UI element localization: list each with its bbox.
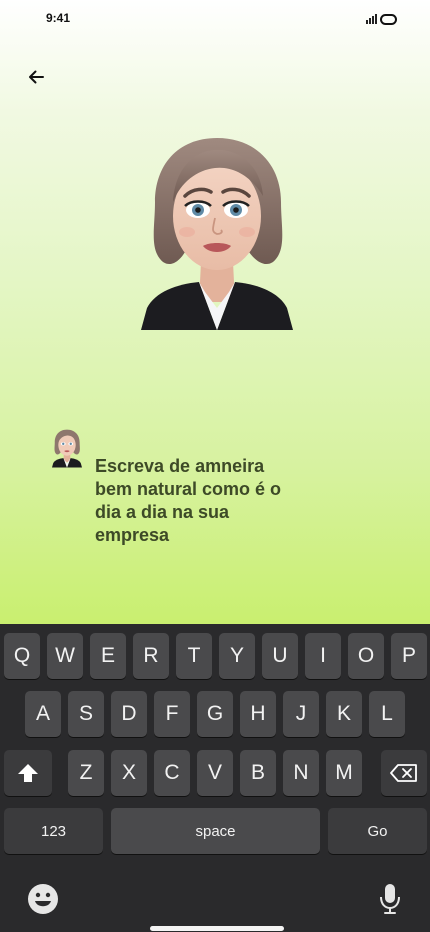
key-e[interactable]: E	[90, 633, 126, 679]
key-k[interactable]: K	[326, 691, 362, 737]
numbers-key[interactable]: 123	[4, 808, 103, 854]
key-j[interactable]: J	[283, 691, 319, 737]
microphone-icon	[380, 884, 400, 914]
battery-icon	[380, 14, 397, 25]
shift-key[interactable]	[4, 750, 52, 796]
key-r[interactable]: R	[133, 633, 169, 679]
key-f[interactable]: F	[154, 691, 190, 737]
space-key[interactable]: space	[111, 808, 320, 854]
delete-key[interactable]	[381, 750, 427, 796]
status-time: 9:41	[46, 11, 71, 25]
back-button[interactable]	[22, 64, 50, 90]
key-y[interactable]: Y	[219, 633, 255, 679]
key-w[interactable]: W	[47, 633, 83, 679]
key-x[interactable]: X	[111, 750, 147, 796]
message-text: Escreva de amneira bem natural como é o …	[95, 456, 282, 545]
emoji-icon	[28, 884, 58, 914]
emoji-button[interactable]	[26, 882, 60, 916]
key-i[interactable]: I	[305, 633, 341, 679]
key-v[interactable]: V	[197, 750, 233, 796]
go-key[interactable]: Go	[328, 808, 427, 854]
keyboard: Q W E R T Y U I O P A S D F G H J K L Z …	[0, 624, 430, 932]
key-h[interactable]: H	[240, 691, 276, 737]
key-o[interactable]: O	[348, 633, 384, 679]
key-g[interactable]: G	[197, 691, 233, 737]
key-c[interactable]: C	[154, 750, 190, 796]
key-z[interactable]: Z	[68, 750, 104, 796]
mic-button[interactable]	[376, 882, 404, 916]
assistant-avatar	[141, 132, 293, 330]
shift-arrow-icon	[18, 764, 38, 782]
key-t[interactable]: T	[176, 633, 212, 679]
assistant-avatar-small	[52, 428, 82, 468]
backspace-icon	[390, 764, 417, 782]
key-b[interactable]: B	[240, 750, 276, 796]
key-u[interactable]: U	[262, 633, 298, 679]
key-q[interactable]: Q	[4, 633, 40, 679]
status-bar: 9:41	[0, 0, 430, 40]
key-l[interactable]: L	[369, 691, 405, 737]
key-m[interactable]: M	[326, 750, 362, 796]
arrow-left-icon	[29, 70, 44, 84]
home-indicator	[150, 926, 284, 931]
key-n[interactable]: N	[283, 750, 319, 796]
key-a[interactable]: A	[25, 691, 61, 737]
signal-icon	[366, 14, 378, 24]
key-p[interactable]: P	[391, 633, 427, 679]
key-s[interactable]: S	[68, 691, 104, 737]
key-d[interactable]: D	[111, 691, 147, 737]
